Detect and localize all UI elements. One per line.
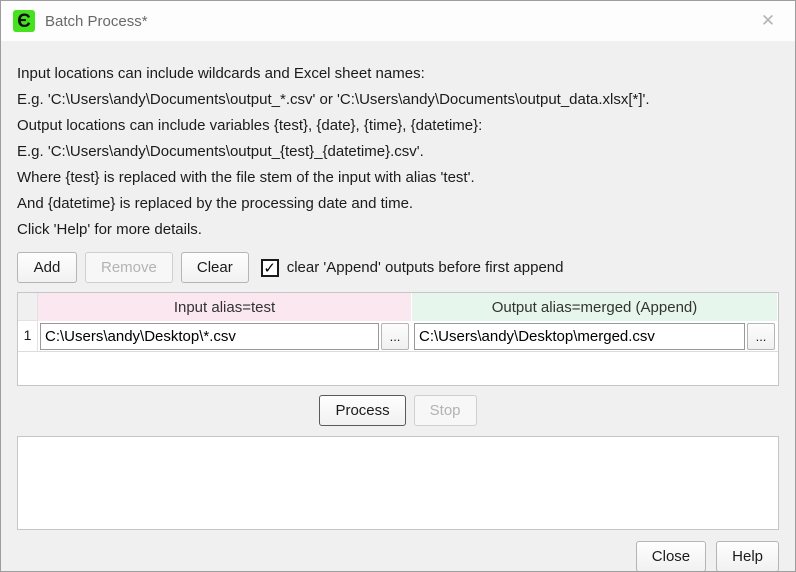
dialog-footer: Close Help	[1, 530, 795, 572]
title-bar: Є Batch Process* ✕	[1, 1, 795, 41]
input-browse-button[interactable]: ...	[381, 323, 409, 350]
table-header-row: Input alias=test Output alias=merged (Ap…	[18, 293, 778, 321]
output-path-field[interactable]	[414, 323, 745, 350]
batch-items-table: Input alias=test Output alias=merged (Ap…	[17, 292, 779, 386]
output-browse-button[interactable]: ...	[747, 323, 775, 350]
instructions-text: Input locations can include wildcards an…	[17, 61, 779, 243]
row-toolbar: Add Remove Clear ✓ clear 'Append' output…	[17, 252, 779, 283]
output-column-header: Output alias=merged (Append)	[412, 293, 778, 321]
remove-button[interactable]: Remove	[85, 252, 173, 283]
instruction-line: Input locations can include wildcards an…	[17, 61, 779, 87]
table-empty-area	[18, 352, 778, 385]
batch-process-dialog: Є Batch Process* ✕ Input locations can i…	[0, 0, 796, 572]
input-path-field[interactable]	[40, 323, 379, 350]
clear-append-checkbox-label: clear 'Append' outputs before first appe…	[287, 259, 564, 276]
clear-append-checkbox[interactable]: ✓	[261, 259, 279, 277]
stop-button[interactable]: Stop	[414, 395, 477, 426]
help-button[interactable]: Help	[716, 541, 779, 572]
row-number-header	[18, 293, 38, 321]
input-column-header: Input alias=test	[38, 293, 412, 321]
instruction-line: Click 'Help' for more details.	[17, 217, 779, 243]
instruction-line: E.g. 'C:\Users\andy\Documents\output_*.c…	[17, 87, 779, 113]
row-number: 1	[18, 321, 38, 351]
window-title: Batch Process*	[45, 13, 148, 30]
output-cell: ...	[412, 321, 778, 351]
process-button[interactable]: Process	[319, 395, 405, 426]
instruction-line: Output locations can include variables {…	[17, 113, 779, 139]
instruction-line: E.g. 'C:\Users\andy\Documents\output_{te…	[17, 139, 779, 165]
instruction-line: Where {test} is replaced with the file s…	[17, 165, 779, 191]
dialog-content: Input locations can include wildcards an…	[1, 41, 795, 426]
app-logo-icon: Є	[13, 10, 35, 32]
close-window-icon[interactable]: ✕	[755, 8, 781, 34]
process-actions: Process Stop	[17, 395, 779, 426]
close-button[interactable]: Close	[636, 541, 706, 572]
clear-button[interactable]: Clear	[181, 252, 249, 283]
input-cell: ...	[38, 321, 412, 351]
add-button[interactable]: Add	[17, 252, 77, 283]
table-row: 1 ... ...	[18, 321, 778, 352]
instruction-line: And {datetime} is replaced by the proces…	[17, 191, 779, 217]
log-output-area[interactable]	[17, 436, 779, 530]
